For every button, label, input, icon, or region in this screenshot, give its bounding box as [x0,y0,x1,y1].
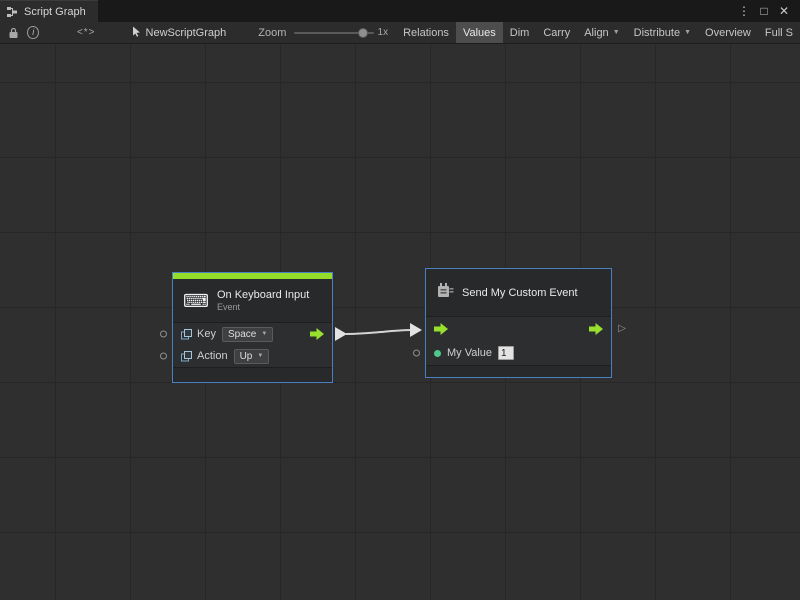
value-type-dot-icon [434,350,441,357]
carry-button[interactable]: Carry [536,22,577,44]
lock-icon[interactable] [6,22,21,44]
port-row-flow: ▷ [426,317,611,341]
port-row-action: Action Up ▼ [173,345,332,367]
my-value-field[interactable] [498,346,514,360]
graph-canvas[interactable]: ⌨ On Keyboard Input Event Key [0,44,800,600]
chevron-down-icon: ▼ [613,29,620,36]
cursor-icon [132,26,141,40]
node-body: Key Space ▼ [173,323,332,367]
info-icon[interactable]: i [27,26,38,39]
enum-type-icon [181,329,192,340]
values-button[interactable]: Values [456,22,503,44]
close-icon[interactable]: ✕ [776,4,792,18]
chevron-down-icon: ▼ [261,331,267,337]
zoom-label: Zoom [258,27,286,39]
code-icon[interactable]: <*> [77,22,96,44]
port-row-key: Key Space ▼ [173,323,332,345]
relations-button[interactable]: Relations [396,22,456,44]
maximize-icon[interactable]: □ [756,4,772,18]
my-value-input-port[interactable] [413,350,420,357]
toolbar-buttons: Relations Values Dim Carry Align ▼ Distr… [396,22,800,44]
node-send-my-custom-event[interactable]: Send My Custom Event ▷ [425,268,612,378]
graph-toolbar: i <*> NewScriptGraph Zoom 1x Relations V… [0,22,800,44]
distribute-dropdown-button[interactable]: Distribute ▼ [627,22,698,44]
zoom-slider-handle[interactable] [358,28,368,38]
flow-output-port[interactable] [589,323,603,335]
tab-label: Script Graph [24,6,86,18]
chevron-down-icon: ▼ [684,29,691,36]
custom-event-icon [436,282,454,304]
connection-wire[interactable] [346,330,412,334]
node-header[interactable]: ⌨ On Keyboard Input Event [173,279,332,323]
node-title: On Keyboard Input [217,289,309,301]
script-graph-icon [6,6,18,18]
node-title: Send My Custom Event [462,287,578,299]
align-dropdown-button[interactable]: Align ▼ [577,22,626,44]
window-controls: ⋮ □ ✕ [736,0,800,22]
overview-button[interactable]: Overview [698,22,758,44]
port-label: Key [197,328,216,340]
enum-type-icon [181,351,192,362]
key-dropdown[interactable]: Space ▼ [222,327,273,342]
flow-input-port[interactable] [434,323,448,335]
keyboard-icon: ⌨ [183,292,209,310]
fullscreen-button[interactable]: Full S [758,22,800,44]
wire-start-arrow [335,327,347,341]
zoom-value: 1x [378,27,389,38]
chevron-down-icon: ▼ [257,353,263,359]
kebab-menu-icon[interactable]: ⋮ [736,4,752,18]
port-row-my-value: My Value [426,341,611,365]
node-footer [426,365,611,377]
tab-script-graph[interactable]: Script Graph [0,0,98,22]
node-subtitle: Event [217,302,309,312]
action-dropdown[interactable]: Up ▼ [234,349,270,364]
node-footer [173,367,332,382]
flow-output-port[interactable] [310,328,324,340]
flow-continue-port[interactable]: ▷ [618,324,626,334]
action-input-port[interactable] [160,353,167,360]
graph-name-label: NewScriptGraph [146,27,227,39]
titlebar: Script Graph ⋮ □ ✕ [0,0,800,22]
node-header[interactable]: Send My Custom Event [426,269,611,317]
connection-layer [0,44,800,600]
dim-button[interactable]: Dim [503,22,537,44]
node-body: ▷ My Value [426,317,611,365]
node-on-keyboard-input[interactable]: ⌨ On Keyboard Input Event Key [172,272,333,383]
port-label: My Value [447,347,492,359]
port-label: Action [197,350,228,362]
key-input-port[interactable] [160,331,167,338]
zoom-slider[interactable] [294,22,373,44]
graph-name[interactable]: NewScriptGraph [132,26,227,40]
wire-end-arrow [410,323,422,337]
script-graph-window: Script Graph ⋮ □ ✕ i <*> NewScriptGraph … [0,0,800,600]
